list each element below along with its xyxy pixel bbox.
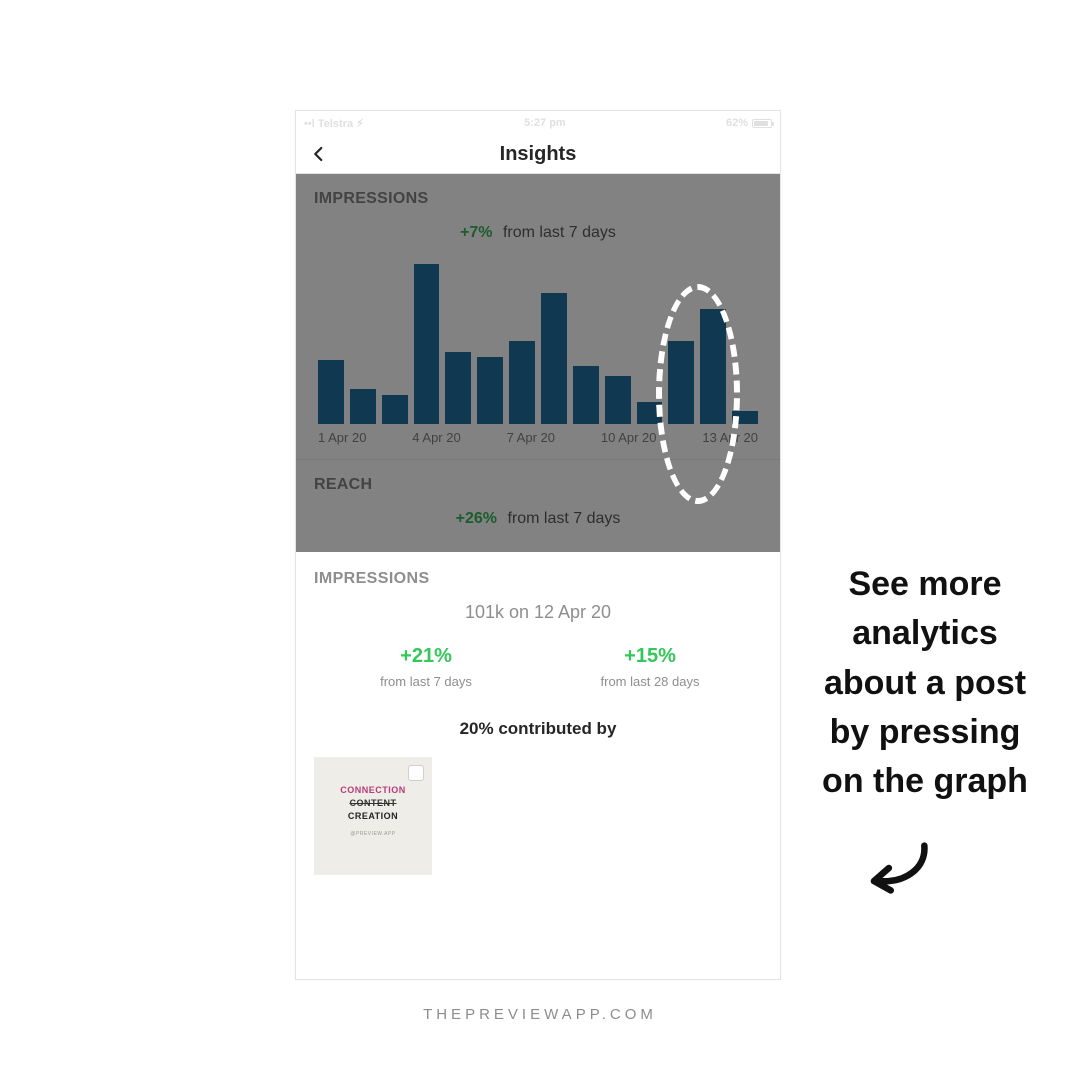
chart-bar[interactable] — [700, 309, 726, 424]
popup-stats: +21% from last 7 days +15% from last 28 … — [314, 645, 762, 689]
chart-bar[interactable] — [477, 357, 503, 424]
chart-bar[interactable] — [668, 341, 694, 424]
chart-bar[interactable] — [605, 376, 631, 424]
thumb-line-3: CREATION — [324, 811, 422, 821]
battery-icon — [752, 119, 772, 128]
reach-subtitle: +26% from last 7 days — [314, 510, 762, 528]
x-tick: 4 Apr 20 — [412, 430, 460, 445]
contribution-text: 20% contributed by — [314, 719, 762, 739]
stat-7-days: +21% from last 7 days — [314, 645, 538, 689]
chart-bar[interactable] — [445, 352, 471, 424]
thumb-line-4: @PREVIEW.APP — [324, 831, 422, 837]
impressions-delta: +7% — [460, 224, 492, 241]
status-bar: ••l Telstra ⚡︎ 5:27 pm 62% — [296, 111, 780, 135]
impressions-title: IMPRESSIONS — [314, 190, 762, 208]
chart-bar[interactable] — [318, 360, 344, 424]
popup-title: IMPRESSIONS — [314, 570, 762, 588]
chart-bar[interactable] — [637, 402, 663, 424]
chart-bar[interactable] — [573, 366, 599, 424]
insights-popup: IMPRESSIONS 101k on 12 Apr 20 +21% from … — [296, 552, 780, 899]
impressions-from: from last 7 days — [503, 224, 616, 241]
chevron-left-icon — [310, 145, 328, 163]
battery-pct: 62% — [726, 117, 748, 129]
reach-delta: +26% — [456, 510, 497, 527]
arrow-icon — [868, 840, 934, 901]
page-title: Insights — [500, 143, 577, 166]
phone-frame: ••l Telstra ⚡︎ 5:27 pm 62% Insights IMPR… — [295, 110, 781, 980]
carrier-text: ••l Telstra ⚡︎ — [304, 117, 364, 130]
chart-bar[interactable] — [350, 389, 376, 424]
x-tick: 7 Apr 20 — [507, 430, 555, 445]
chart-bar[interactable] — [541, 293, 567, 424]
x-tick: 13 Apr 20 — [702, 430, 758, 445]
dimmed-background: IMPRESSIONS +7% from last 7 days 1 Apr 2… — [296, 173, 780, 552]
popup-subtitle: 101k on 12 Apr 20 — [314, 602, 762, 623]
nav-bar: Insights — [296, 135, 780, 173]
back-button[interactable] — [310, 145, 328, 163]
stat-28-days-from: from last 28 days — [538, 674, 762, 689]
reach-from: from last 7 days — [507, 510, 620, 527]
impressions-section: IMPRESSIONS +7% from last 7 days — [296, 174, 780, 254]
stat-28-days-delta: +15% — [538, 645, 762, 668]
clock-text: 5:27 pm — [524, 117, 566, 129]
checkbox-icon — [408, 765, 424, 781]
watermark: THEPREVIEWAPP.COM — [0, 1006, 1080, 1023]
stat-7-days-from: from last 7 days — [314, 674, 538, 689]
thumb-line-1: CONNECTION — [324, 785, 422, 795]
reach-title: REACH — [314, 476, 762, 494]
caption-text: See more analytics about a post by press… — [810, 560, 1040, 806]
stat-7-days-delta: +21% — [314, 645, 538, 668]
chart-bar[interactable] — [732, 411, 758, 424]
chart-bar[interactable] — [382, 395, 408, 424]
reach-section: REACH +26% from last 7 days — [296, 460, 780, 552]
x-tick: 10 Apr 20 — [601, 430, 657, 445]
impressions-chart[interactable]: 1 Apr 20 4 Apr 20 7 Apr 20 10 Apr 20 13 Apr … — [296, 254, 780, 453]
impressions-subtitle: +7% from last 7 days — [314, 224, 762, 242]
x-tick: 1 Apr 20 — [318, 430, 366, 445]
chart-bar[interactable] — [414, 264, 440, 424]
post-thumbnail[interactable]: CONNECTION CONTENT CREATION @PREVIEW.APP — [314, 757, 432, 875]
stat-28-days: +15% from last 28 days — [538, 645, 762, 689]
thumb-line-2: CONTENT — [324, 798, 422, 808]
chart-bar[interactable] — [509, 341, 535, 424]
